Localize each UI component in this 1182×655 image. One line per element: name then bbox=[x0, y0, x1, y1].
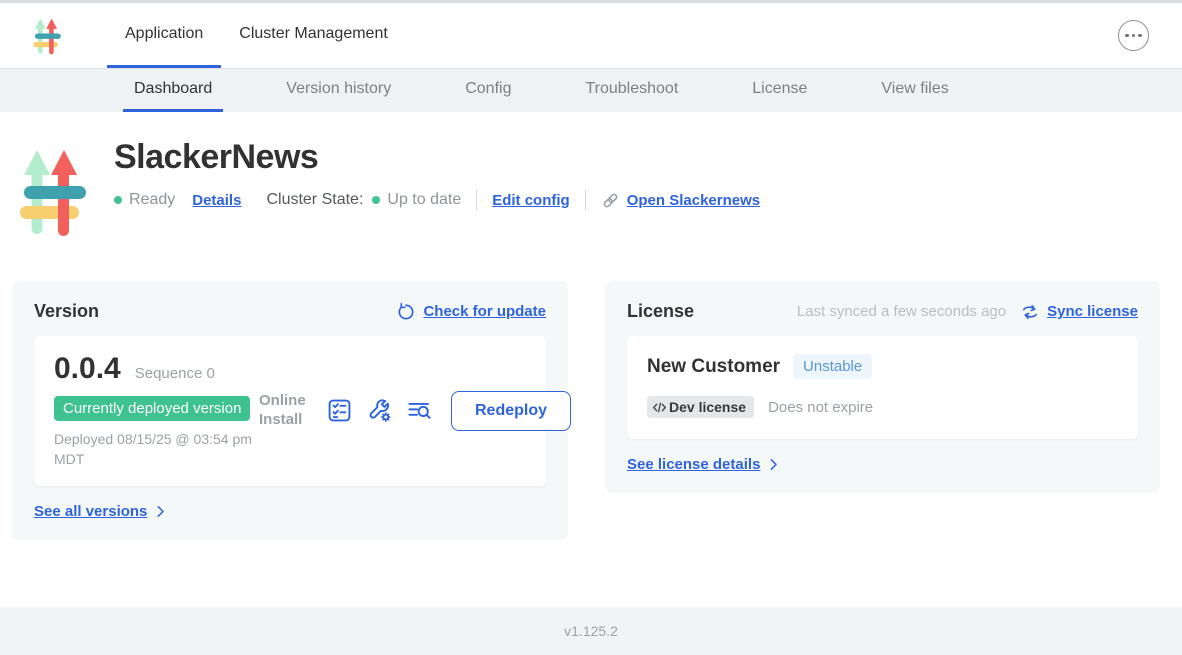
license-card-title: License bbox=[627, 301, 694, 322]
version-card: Version Check for update 0.0.4 bbox=[12, 281, 568, 540]
details-link[interactable]: Details bbox=[192, 192, 241, 209]
edit-config-link[interactable]: Edit config bbox=[492, 192, 570, 209]
tab-application[interactable]: Application bbox=[107, 3, 221, 68]
tab-config[interactable]: Config bbox=[454, 69, 522, 112]
tab-troubleshoot[interactable]: Troubleshoot bbox=[574, 69, 689, 112]
license-type-badge: Dev license bbox=[647, 396, 754, 418]
redeploy-button[interactable]: Redeploy bbox=[451, 391, 571, 431]
console-version: v1.125.2 bbox=[564, 623, 618, 639]
see-all-versions-link[interactable]: See all versions bbox=[34, 503, 546, 520]
page-title: SlackerNews bbox=[114, 138, 760, 177]
tab-view-files[interactable]: View files bbox=[870, 69, 959, 112]
dashboard-main: SlackerNews Ready Details Cluster State:… bbox=[0, 112, 1182, 607]
see-all-versions-label: See all versions bbox=[34, 503, 147, 520]
app-status-row: Ready Details Cluster State: Up to date … bbox=[114, 190, 760, 210]
cluster-state-value: Up to date bbox=[387, 191, 461, 209]
wrench-gear-icon[interactable] bbox=[366, 397, 393, 424]
tab-dashboard[interactable]: Dashboard bbox=[123, 69, 223, 112]
tab-license[interactable]: License bbox=[741, 69, 818, 112]
sync-license-label: Sync license bbox=[1047, 303, 1138, 320]
app-logo-large-icon bbox=[20, 144, 86, 245]
cluster-state-dot bbox=[372, 196, 380, 204]
refresh-icon bbox=[396, 302, 416, 322]
cluster-state-label: Cluster State: bbox=[266, 191, 363, 209]
version-card-title: Version bbox=[34, 301, 99, 322]
deployed-status-badge: Currently deployed version bbox=[54, 396, 250, 421]
current-version-panel: 0.0.4 Sequence 0 Currently deployed vers… bbox=[34, 336, 546, 486]
app-status-dot bbox=[114, 196, 122, 204]
divider bbox=[476, 190, 477, 210]
code-icon bbox=[652, 400, 667, 415]
channel-badge: Unstable bbox=[793, 354, 872, 379]
open-app-link-label: Open Slackernews bbox=[627, 192, 760, 209]
app-status-text: Ready bbox=[129, 191, 175, 209]
topnav-tabs: Application Cluster Management bbox=[107, 3, 406, 68]
see-license-details-link[interactable]: See license details bbox=[627, 456, 1138, 473]
sync-arrows-icon bbox=[1020, 302, 1040, 322]
sync-license-link[interactable]: Sync license bbox=[1020, 302, 1138, 322]
app-header: SlackerNews Ready Details Cluster State:… bbox=[20, 130, 1172, 245]
tab-cluster-management[interactable]: Cluster Management bbox=[221, 3, 406, 68]
divider bbox=[585, 190, 586, 210]
last-synced-text: Last synced a few seconds ago bbox=[797, 303, 1006, 320]
see-license-details-label: See license details bbox=[627, 456, 760, 473]
chevron-right-icon bbox=[153, 504, 168, 519]
top-nav: Application Cluster Management bbox=[0, 3, 1182, 68]
tab-version-history[interactable]: Version history bbox=[275, 69, 402, 112]
version-number: 0.0.4 bbox=[54, 352, 121, 386]
ellipsis-menu-icon[interactable] bbox=[1118, 20, 1149, 51]
app-sub-nav: Dashboard Version history Config Trouble… bbox=[0, 68, 1182, 112]
chevron-right-icon bbox=[766, 457, 781, 472]
install-type-label: Online Install bbox=[259, 392, 313, 430]
app-logo-icon bbox=[33, 16, 61, 56]
check-for-update-link[interactable]: Check for update bbox=[396, 302, 546, 322]
version-sequence: Sequence 0 bbox=[135, 365, 215, 382]
dashboard-cards: Version Check for update 0.0.4 bbox=[12, 281, 1172, 540]
customer-name: New Customer bbox=[647, 356, 780, 378]
license-panel: New Customer Unstable Dev license bbox=[627, 336, 1138, 439]
license-expiry-text: Does not expire bbox=[768, 399, 873, 416]
console-footer: v1.125.2 bbox=[0, 607, 1182, 655]
deployed-timestamp: Deployed 08/15/25 @ 03:54 pm MDT bbox=[54, 429, 254, 470]
deploy-logs-icon[interactable] bbox=[406, 397, 433, 424]
license-card: License Last synced a few seconds ago Sy… bbox=[605, 281, 1160, 493]
link-icon bbox=[601, 191, 620, 210]
license-type-label: Dev license bbox=[669, 399, 746, 415]
check-for-update-label: Check for update bbox=[423, 303, 546, 320]
open-app-link[interactable]: Open Slackernews bbox=[601, 191, 760, 210]
preflight-checklist-icon[interactable] bbox=[326, 397, 353, 424]
